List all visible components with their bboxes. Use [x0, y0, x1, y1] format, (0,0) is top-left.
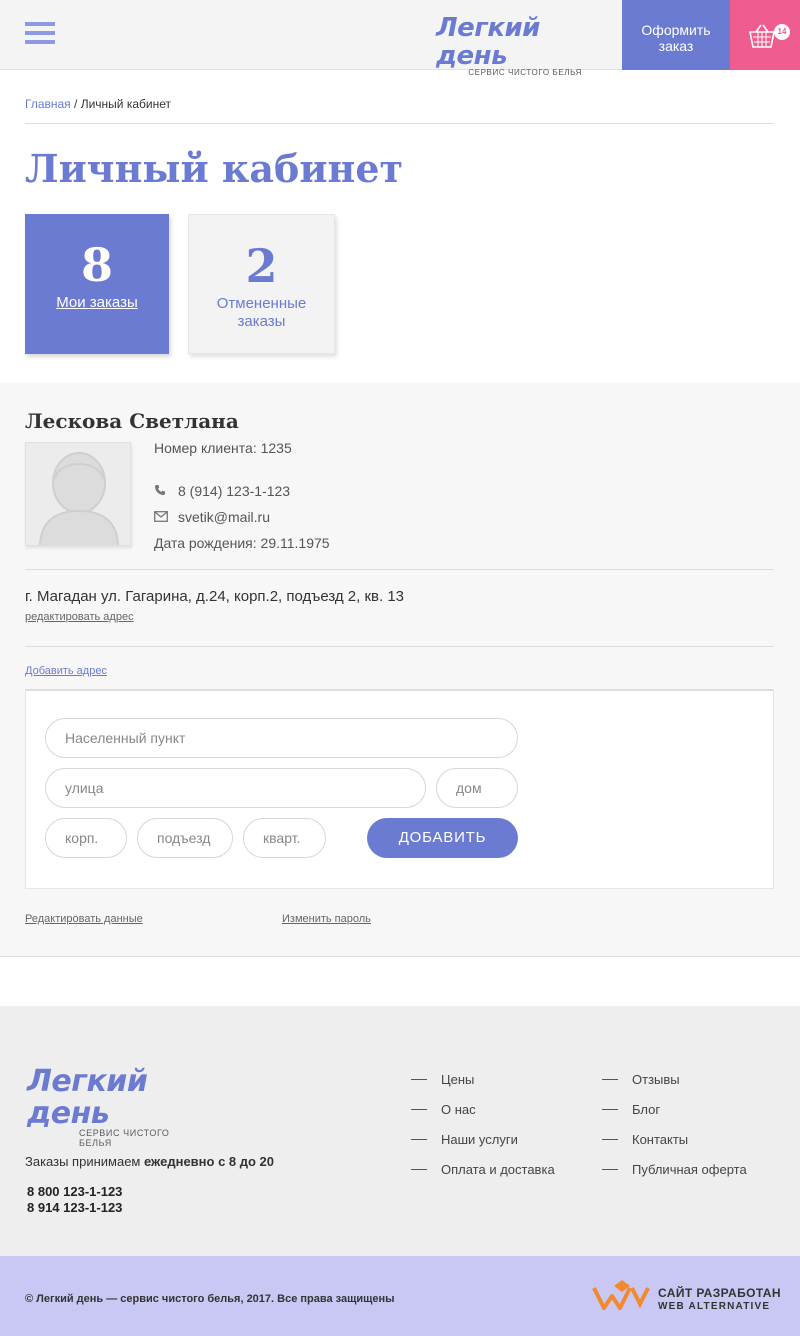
web-alternative-logo-icon: [592, 1280, 650, 1310]
site-footer: Легкий день СЕРВИС ЧИСТОГО БЕЛЬЯ Заказы …: [0, 1006, 800, 1256]
footer-link-blog[interactable]: Блог: [602, 1102, 747, 1132]
orders-text: Заказы принимаем: [25, 1154, 141, 1169]
page-title: Личный кабинет: [25, 146, 404, 191]
email-value: svetik@mail.ru: [178, 509, 271, 525]
order-button[interactable]: Оформить заказ: [622, 0, 730, 70]
copyright-text: © Легкий день — сервис чистого белья, 20…: [25, 1293, 395, 1305]
logo-title: Легкий день: [436, 13, 540, 71]
phone-value: 8 (914) 123-1-123: [178, 483, 291, 499]
site-logo[interactable]: Легкий день СЕРВИС ЧИСТОГО БЕЛЬЯ: [436, 14, 586, 77]
add-address-link[interactable]: Добавить адрес: [25, 665, 107, 677]
street-input[interactable]: [45, 768, 426, 808]
footer-logo[interactable]: Легкий день СЕРВИС ЧИСТОГО БЕЛЬЯ: [27, 1064, 207, 1149]
footer-link-payment[interactable]: Оплата и доставка: [411, 1162, 555, 1192]
footer-logo-title: Легкий день: [27, 1064, 148, 1131]
divider: [25, 569, 774, 570]
footer-bottom-bar: © Легкий день — сервис чистого белья, 20…: [0, 1256, 800, 1336]
my-orders-count: 8: [80, 238, 113, 292]
cancelled-orders-label: Отмененные заказы: [216, 295, 307, 330]
footer-link-prices[interactable]: Цены: [411, 1072, 555, 1102]
footer-link-reviews[interactable]: Отзывы: [602, 1072, 747, 1102]
add-address-button[interactable]: ДОБАВИТЬ: [367, 818, 518, 858]
edit-address-link[interactable]: редактировать адрес: [25, 611, 134, 623]
phone-row: 8 (914) 123-1-123: [154, 483, 290, 499]
email-row: svetik@mail.ru: [154, 509, 270, 525]
developer-line-2: WEB ALTERNATIVE: [658, 1301, 771, 1312]
client-number: Номер клиента: 1235: [154, 440, 292, 456]
footer-menu-col-2: Отзывы Блог Контакты Публичная оферта: [602, 1072, 747, 1192]
footer-link-services[interactable]: Наши услуги: [411, 1132, 555, 1162]
orders-hours-text: Заказы принимаем ежедневно с 8 до 20: [25, 1154, 274, 1169]
footer-menu-col-1: Цены О нас Наши услуги Оплата и доставка: [411, 1072, 555, 1192]
basket-icon: [749, 24, 775, 48]
edit-data-link[interactable]: Редактировать данные: [25, 913, 143, 925]
breadcrumb: Главная / Личный кабинет: [25, 97, 171, 111]
profile-section: Лескова Светлана Номер клиента: 1235 8 (…: [0, 383, 800, 957]
cart-count-badge: 14: [774, 24, 790, 40]
orders-hours: ежедневно с 8 до 20: [144, 1154, 275, 1169]
address-text: г. Магадан ул. Гагарина, д.24, корп.2, п…: [25, 588, 405, 605]
breadcrumb-separator: /: [74, 97, 78, 111]
footer-logo-subtitle: СЕРВИС ЧИСТОГО БЕЛЬЯ: [79, 1128, 170, 1148]
breadcrumb-current: Личный кабинет: [80, 97, 171, 111]
footer-link-about[interactable]: О нас: [411, 1102, 555, 1132]
entrance-input[interactable]: [137, 818, 233, 858]
envelope-icon: [154, 509, 168, 525]
developer-credit[interactable]: САЙТ РАЗРАБОТАН WEB ALTERNATIVE: [592, 1280, 782, 1314]
order-button-label: Оформить заказ: [641, 22, 711, 54]
cancelled-orders-count: 2: [245, 239, 278, 293]
breadcrumb-home-link[interactable]: Главная: [25, 97, 71, 111]
apartment-input[interactable]: [243, 818, 326, 858]
burger-menu-icon[interactable]: [25, 22, 55, 48]
my-orders-label: Мои заказы: [56, 294, 138, 311]
cart-button[interactable]: 14: [730, 0, 800, 70]
address-form: ДОБАВИТЬ: [25, 689, 774, 889]
building-input[interactable]: [45, 818, 127, 858]
city-input[interactable]: [45, 718, 518, 758]
phone-icon: [154, 483, 168, 499]
user-name: Лескова Светлана: [25, 409, 239, 433]
footer-link-offer[interactable]: Публичная оферта: [602, 1162, 747, 1192]
footer-link-contacts[interactable]: Контакты: [602, 1132, 747, 1162]
site-header: Легкий день СЕРВИС ЧИСТОГО БЕЛЬЯ Оформит…: [0, 0, 800, 77]
cancelled-orders-card[interactable]: 2 Отмененные заказы: [188, 214, 335, 354]
birthdate: Дата рождения: 29.11.1975: [154, 535, 330, 551]
change-password-link[interactable]: Изменить пароль: [282, 913, 371, 925]
footer-phone-1[interactable]: 8 800 123-1-123: [27, 1184, 122, 1199]
footer-phone-2[interactable]: 8 914 123-1-123: [27, 1200, 122, 1215]
house-input[interactable]: [436, 768, 518, 808]
developer-line-1: САЙТ РАЗРАБОТАН: [658, 1286, 781, 1300]
divider: [25, 123, 774, 124]
divider: [25, 646, 774, 647]
my-orders-card[interactable]: 8 Мои заказы: [25, 214, 169, 354]
avatar-placeholder-icon: [25, 442, 131, 546]
